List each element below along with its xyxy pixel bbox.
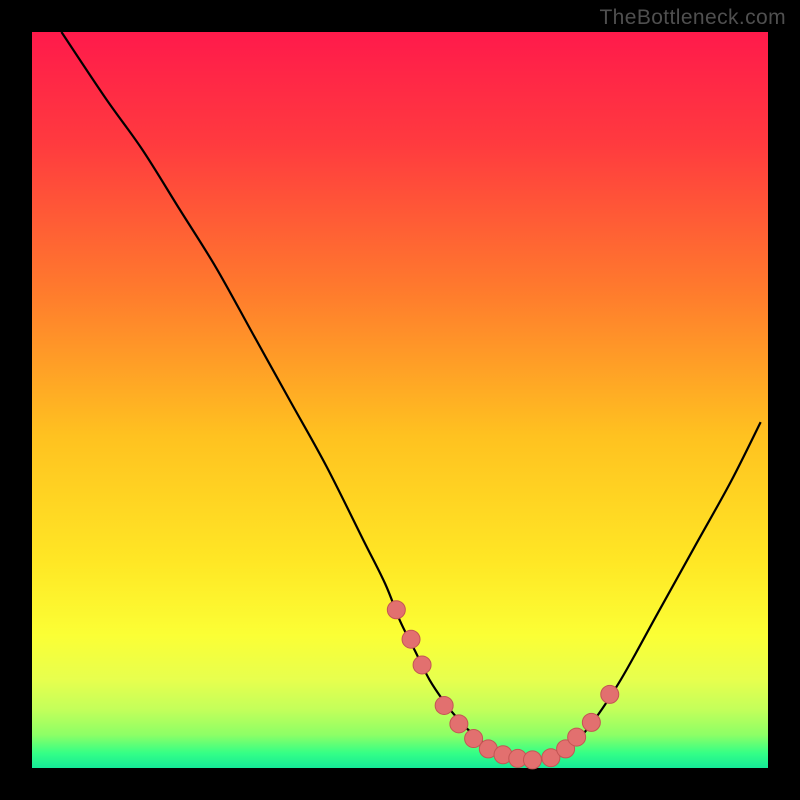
curve-marker xyxy=(601,685,619,703)
curve-marker xyxy=(435,696,453,714)
curve-marker xyxy=(582,713,600,731)
gradient-background xyxy=(32,32,768,768)
curve-marker xyxy=(450,715,468,733)
curve-marker xyxy=(568,728,586,746)
watermark-text: TheBottleneck.com xyxy=(599,6,786,30)
bottleneck-chart xyxy=(0,0,800,800)
curve-marker xyxy=(523,751,541,769)
curve-marker xyxy=(402,630,420,648)
curve-marker xyxy=(387,601,405,619)
curve-marker xyxy=(413,656,431,674)
